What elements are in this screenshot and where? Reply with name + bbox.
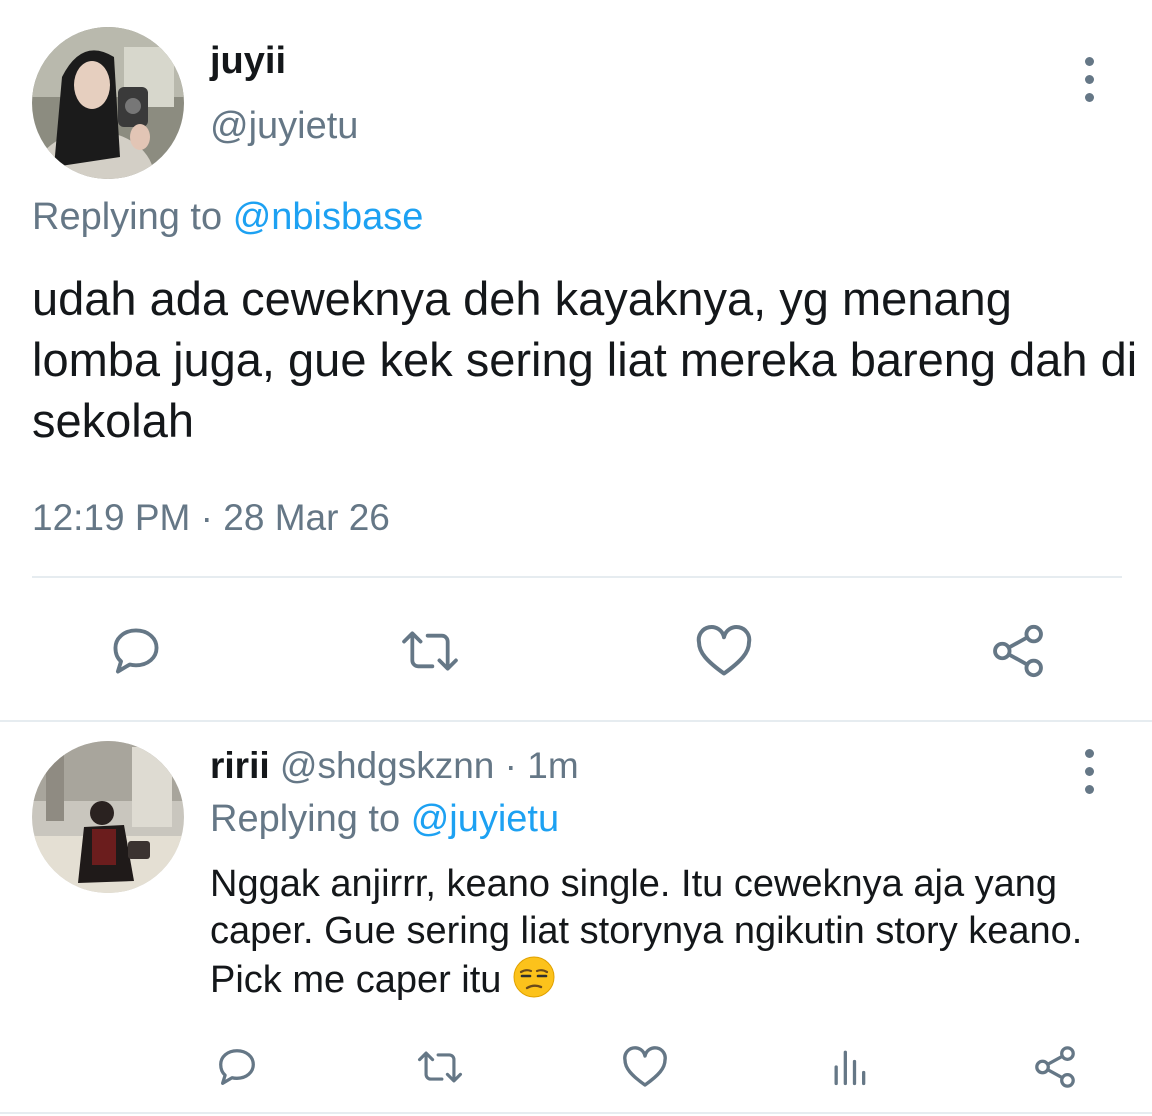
reply-header: ririi @shdgskznn · 1m xyxy=(210,745,579,787)
tweet-date: 28 Mar 26 xyxy=(223,497,390,538)
replying-prefix: Replying to xyxy=(210,798,401,840)
bottom-divider xyxy=(0,1112,1152,1114)
user-handle[interactable]: @shdgskznn xyxy=(280,745,494,786)
display-name[interactable]: juyii xyxy=(210,40,286,83)
replying-to: Replying to @nbisbase xyxy=(32,196,423,239)
like-icon xyxy=(696,625,752,676)
analytics-button[interactable] xyxy=(822,1040,876,1094)
tweet-time: 12:19 PM xyxy=(32,497,191,538)
mention-link[interactable]: @nbisbase xyxy=(233,196,424,238)
avatar[interactable] xyxy=(32,27,184,179)
like-icon xyxy=(623,1046,667,1087)
reply-text: Nggak anjirrr, keano single. Itu cewekny… xyxy=(210,863,1083,1001)
retweet-icon xyxy=(402,631,458,671)
meta-separator: · xyxy=(504,745,517,786)
divider xyxy=(32,576,1122,578)
reply-button[interactable] xyxy=(210,1040,264,1094)
replying-prefix: Replying to xyxy=(32,196,223,238)
tweet-text: udah ada ceweknya deh kayaknya, yg menan… xyxy=(32,272,1138,447)
share-icon xyxy=(1035,1046,1075,1088)
like-button[interactable] xyxy=(618,1040,672,1094)
retweet-icon xyxy=(417,1051,463,1083)
reply-button[interactable] xyxy=(100,618,172,684)
avatar[interactable] xyxy=(32,741,184,893)
retweet-button[interactable] xyxy=(392,618,468,684)
share-button[interactable] xyxy=(1028,1040,1082,1094)
more-options-icon[interactable] xyxy=(1074,57,1104,102)
reply-icon xyxy=(219,1049,255,1085)
user-handle[interactable]: @juyietu xyxy=(210,105,358,148)
share-icon xyxy=(993,624,1043,678)
reply-icon xyxy=(113,628,159,674)
share-button[interactable] xyxy=(982,618,1054,684)
reply-age: 1m xyxy=(527,745,579,786)
meta-separator: · xyxy=(200,497,213,538)
section-divider xyxy=(0,720,1152,722)
replying-to: Replying to @juyietu xyxy=(210,798,559,841)
unamused-face-icon xyxy=(512,955,556,1011)
display-name[interactable]: ririi xyxy=(210,745,270,786)
reply-text-block: Nggak anjirrr, keano single. Itu cewekny… xyxy=(210,861,1110,1011)
more-options-icon[interactable] xyxy=(1074,749,1104,794)
analytics-icon xyxy=(834,1050,866,1086)
like-button[interactable] xyxy=(688,618,760,684)
retweet-button[interactable] xyxy=(410,1040,470,1094)
mention-link[interactable]: @juyietu xyxy=(411,798,559,840)
tweet-timestamp: 12:19 PM · 28 Mar 26 xyxy=(32,497,390,539)
